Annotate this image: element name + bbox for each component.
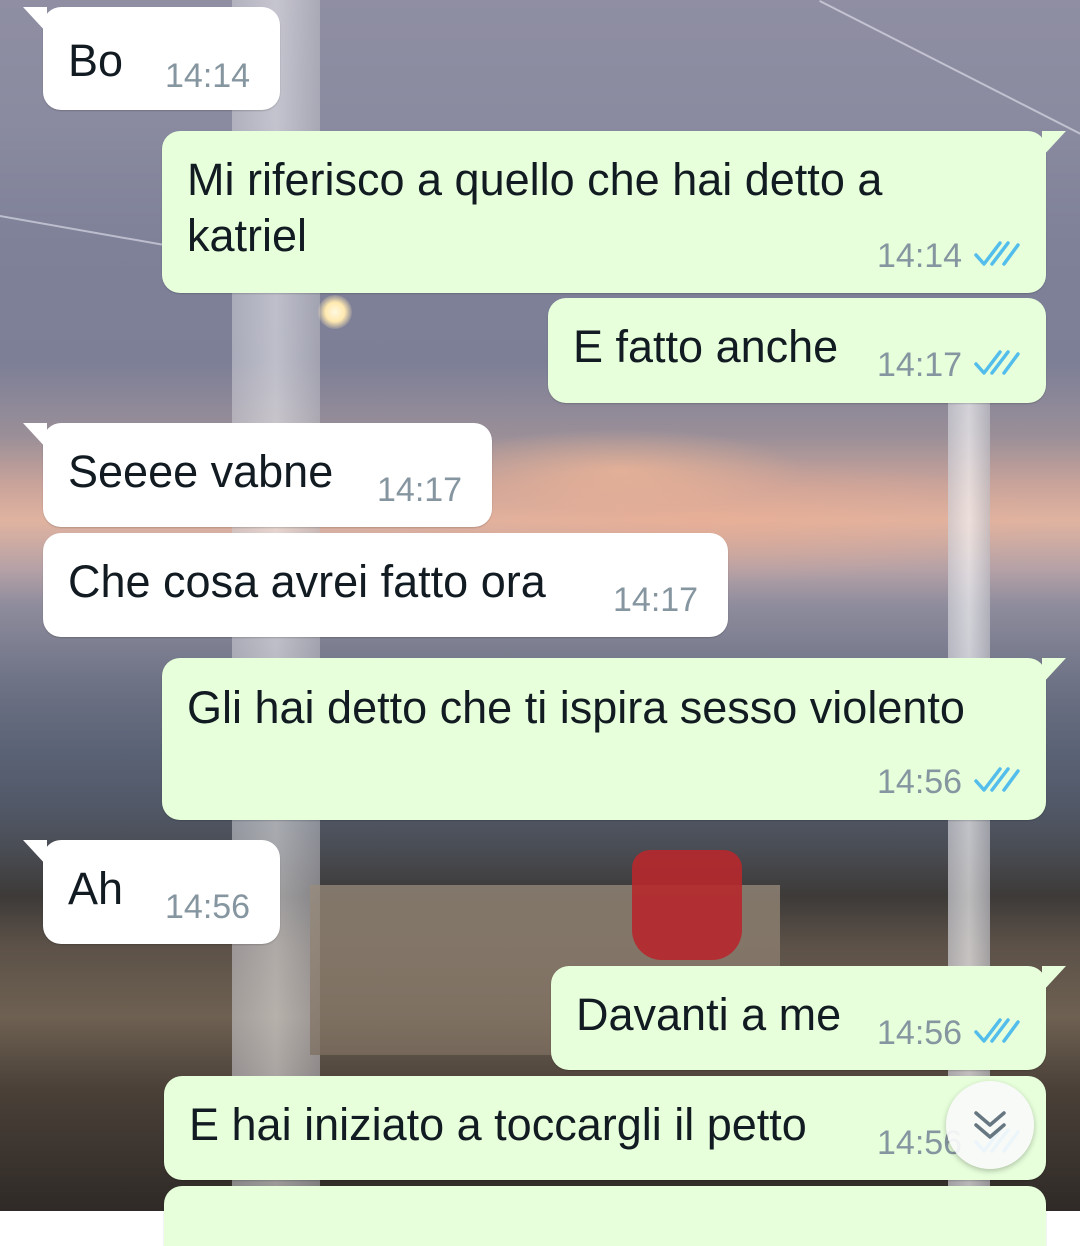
double-check-icon: [974, 1018, 1020, 1043]
double-chevron-down-icon: [974, 1111, 1006, 1139]
message-incoming[interactable]: Ah 14:56: [23, 840, 280, 944]
message-outgoing[interactable]: Gli hai detto che ti ispira sesso violen…: [162, 658, 1066, 820]
message-outgoing[interactable]: E hai iniziato a toccargli il petto 14:5…: [164, 1076, 1046, 1180]
message-timestamp: 14:14: [165, 57, 251, 95]
message-outgoing[interactable]: Davanti a me 14:56: [551, 966, 1066, 1070]
message-text: Bo: [68, 35, 124, 86]
message-text: Che cosa avrei fatto ora: [68, 556, 546, 607]
message-outgoing-partial[interactable]: [164, 1186, 1046, 1246]
message-text: Seeee vabne: [68, 446, 334, 497]
double-check-icon: [974, 767, 1020, 792]
message-incoming[interactable]: Che cosa avrei fatto ora 14:17: [43, 533, 728, 637]
double-check-icon: [974, 241, 1020, 266]
message-outgoing[interactable]: Mi riferisco a quello che hai detto a ka…: [162, 131, 1066, 293]
message-timestamp: 14:17: [377, 471, 463, 509]
message-text: E fatto anche: [573, 321, 839, 372]
message-timestamp: 14:17: [877, 346, 963, 384]
message-text: E hai iniziato a toccargli il petto: [189, 1099, 807, 1150]
double-check-icon: [974, 350, 1020, 375]
message-timestamp: 14:14: [877, 237, 963, 275]
message-text-line: katriel: [187, 210, 308, 261]
message-incoming[interactable]: Seeee vabne 14:17: [23, 423, 492, 527]
message-list[interactable]: Bo 14:14 Mi riferisco a quello che hai d…: [0, 0, 1080, 1246]
scroll-to-bottom-button[interactable]: [946, 1081, 1034, 1169]
message-text: Gli hai detto che ti ispira sesso violen…: [187, 682, 965, 733]
message-timestamp: 14:56: [165, 888, 251, 926]
message-timestamp: 14:17: [613, 581, 699, 619]
message-timestamp: 14:56: [877, 763, 963, 801]
message-incoming[interactable]: Bo 14:14: [23, 7, 280, 110]
message-text: Davanti a me: [576, 989, 842, 1040]
message-timestamp: 14:56: [877, 1014, 963, 1052]
message-outgoing[interactable]: E fatto anche 14:17: [548, 298, 1046, 403]
message-text-line: Mi riferisco a quello che hai detto a: [187, 154, 883, 205]
message-text: Ah: [68, 863, 124, 914]
